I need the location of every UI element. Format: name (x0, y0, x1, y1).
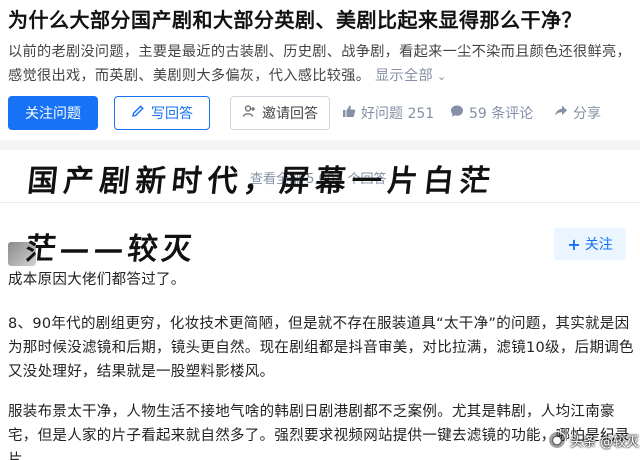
caption-overlay-line-2: 茫——较灭 (23, 232, 198, 267)
question-header: 为什么大部分国产剧和大部分英剧、美剧比起来显得那么干净？ 以前的老剧没问题，主要… (0, 0, 640, 140)
caption-overlay-line-1: 国产剧新时代，屏幕一片白茫 (25, 164, 498, 199)
answer-author-row: 茫——较灭 + 关注 (0, 210, 640, 267)
answer-paragraph-3: 服装布景太干净，人物生活不接地气啥的韩剧日剧港剧都不乏案例。尤其是韩剧，人均江南… (8, 404, 630, 460)
follow-question-button[interactable]: 关注问题 (8, 96, 98, 130)
watermark-logo-icon: ● (548, 431, 566, 449)
question-title[interactable]: 为什么大部分国产剧和大部分英剧、美剧比起来显得那么干净？ (8, 6, 634, 34)
share-button[interactable]: 分享 (554, 96, 601, 130)
thumbs-up-icon (342, 104, 356, 122)
answer-paragraph-1: 成本原因大佬们都答过了。 (8, 272, 186, 288)
follow-author-button[interactable]: + 关注 (554, 228, 626, 260)
watermark: ● 头条 @较灭 (548, 428, 639, 452)
invite-answer-button[interactable]: 邀请回答 (230, 96, 330, 130)
comment-icon (450, 104, 464, 122)
good-question-label: 好问题 251 (361, 106, 435, 122)
show-all-link[interactable]: 显示全部 ⌄ (375, 68, 446, 84)
section-gap (0, 140, 640, 150)
watermark-text: 头条 @较灭 (570, 434, 640, 450)
divider (0, 202, 640, 203)
show-all-label: 显示全部 (375, 68, 433, 84)
share-icon (554, 104, 568, 122)
answers-banner: 查看全部 5,004 个回答 国产剧新时代，屏幕一片白茫 (0, 150, 640, 200)
share-label: 分享 (573, 106, 601, 122)
chevron-down-icon: ⌄ (436, 70, 447, 83)
plus-icon: + (567, 234, 581, 254)
question-description: 以前的老剧没问题，主要是最近的古装剧、历史剧、战争剧，看起来一尘不染而且颜色还很… (8, 40, 634, 89)
comments-button[interactable]: 59 条评论 (450, 96, 533, 130)
good-question-button[interactable]: 好问题 251 (342, 96, 434, 130)
comments-label: 59 条评论 (469, 106, 534, 122)
write-answer-label: 写回答 (151, 106, 193, 122)
follow-author-label: 关注 (584, 237, 613, 253)
question-description-text: 以前的老剧没问题，主要是最近的古装剧、历史剧、战争剧，看起来一尘不染而且颜色还很… (8, 44, 631, 84)
write-answer-button[interactable]: 写回答 (114, 96, 210, 130)
invite-answer-label: 邀请回答 (262, 106, 318, 122)
question-actions: 关注问题 写回答 邀请回答 好问题 251 59 条评论 分享 (8, 96, 638, 130)
pencil-icon (131, 104, 145, 122)
answer-paragraph-2: 8、90年代的剧组更穷，化妆技术更简陋，但是就不存在服装道具“太干净”的问题，其… (8, 316, 634, 380)
invite-icon (242, 104, 256, 122)
